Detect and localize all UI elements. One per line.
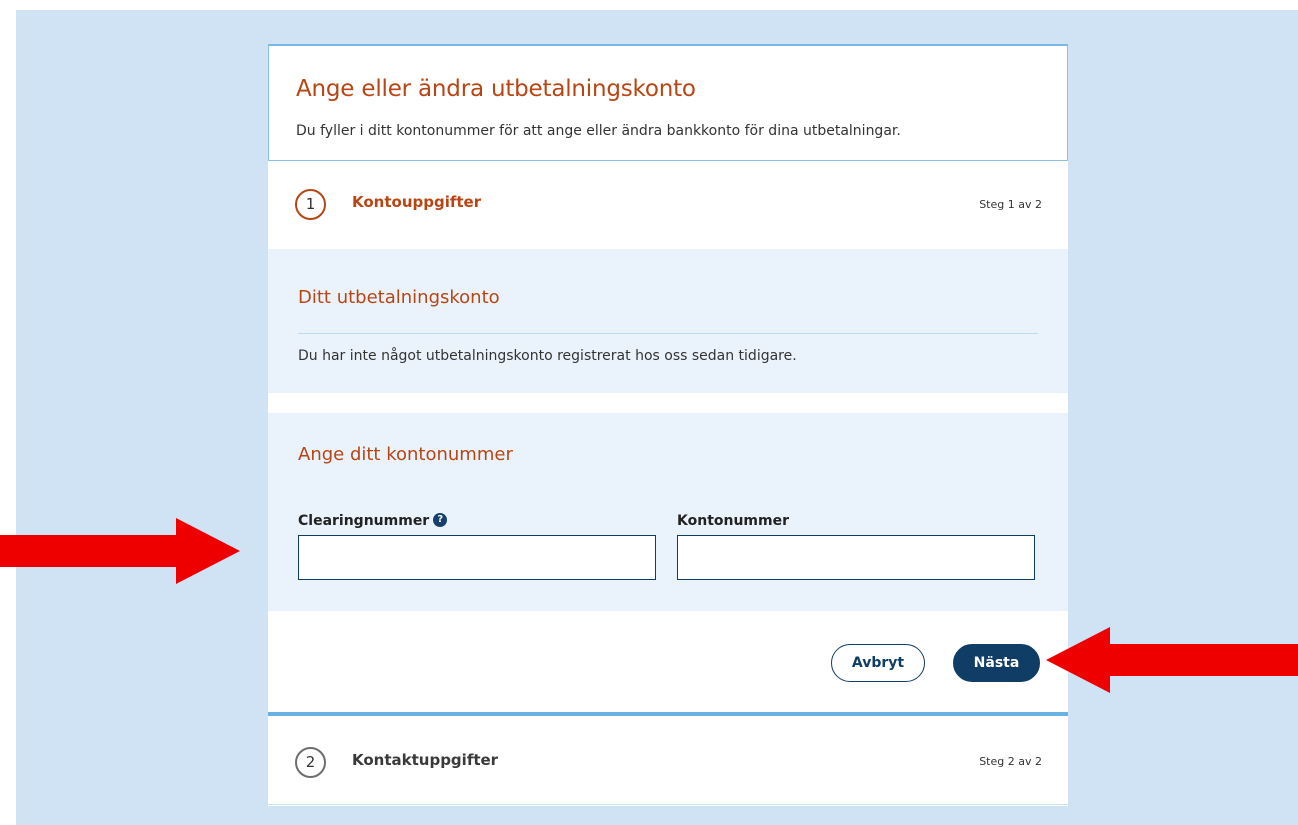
account-number-title: Ange ditt kontonummer [298,444,513,465]
step-2-number: 2 [295,747,326,778]
step-2-count: Steg 2 av 2 [979,755,1042,768]
account-number-input[interactable] [677,535,1035,580]
clearing-number-label-text: Clearingnummer [298,513,430,529]
next-button[interactable]: Nästa [953,644,1040,682]
clearing-number-label: Clearingnummer? [298,513,448,529]
account-info-panel: Ditt utbetalningskonto Du har inte något… [268,249,1068,393]
step-2-label: Kontaktuppgifter [352,751,499,769]
step-1-number: 1 [295,189,326,220]
red-arrow-icon [0,518,240,584]
clearing-number-input[interactable] [298,535,656,580]
form-card: Ange eller ändra utbetalningskonto Du fy… [268,44,1068,806]
step-separator [268,712,1068,716]
account-number-label: Kontonummer [677,513,790,529]
question-circle-icon[interactable]: ? [433,513,448,527]
red-arrow-icon [1046,627,1298,693]
account-number-panel: Ange ditt kontonummer Clearingnummer? Ko… [268,413,1068,611]
cancel-button[interactable]: Avbryt [831,644,925,682]
page-subtitle: Du fyller i ditt kontonummer för att ang… [296,123,901,139]
step-1-header: 1 Kontouppgifter Steg 1 av 2 [268,161,1068,249]
page-title: Ange eller ändra utbetalningskonto [296,76,696,102]
step-1-count: Steg 1 av 2 [979,198,1042,211]
form-header: Ange eller ändra utbetalningskonto Du fy… [268,44,1068,161]
account-panel-title: Ditt utbetalningskonto [298,287,500,308]
account-panel-text: Du har inte något utbetalningskonto regi… [298,348,797,364]
card-bottom-border [268,804,1068,805]
step-1-label: Kontouppgifter [352,193,482,211]
panel-divider [298,333,1038,334]
step-2-header: 2 Kontaktuppgifter Steg 2 av 2 [268,718,1068,806]
